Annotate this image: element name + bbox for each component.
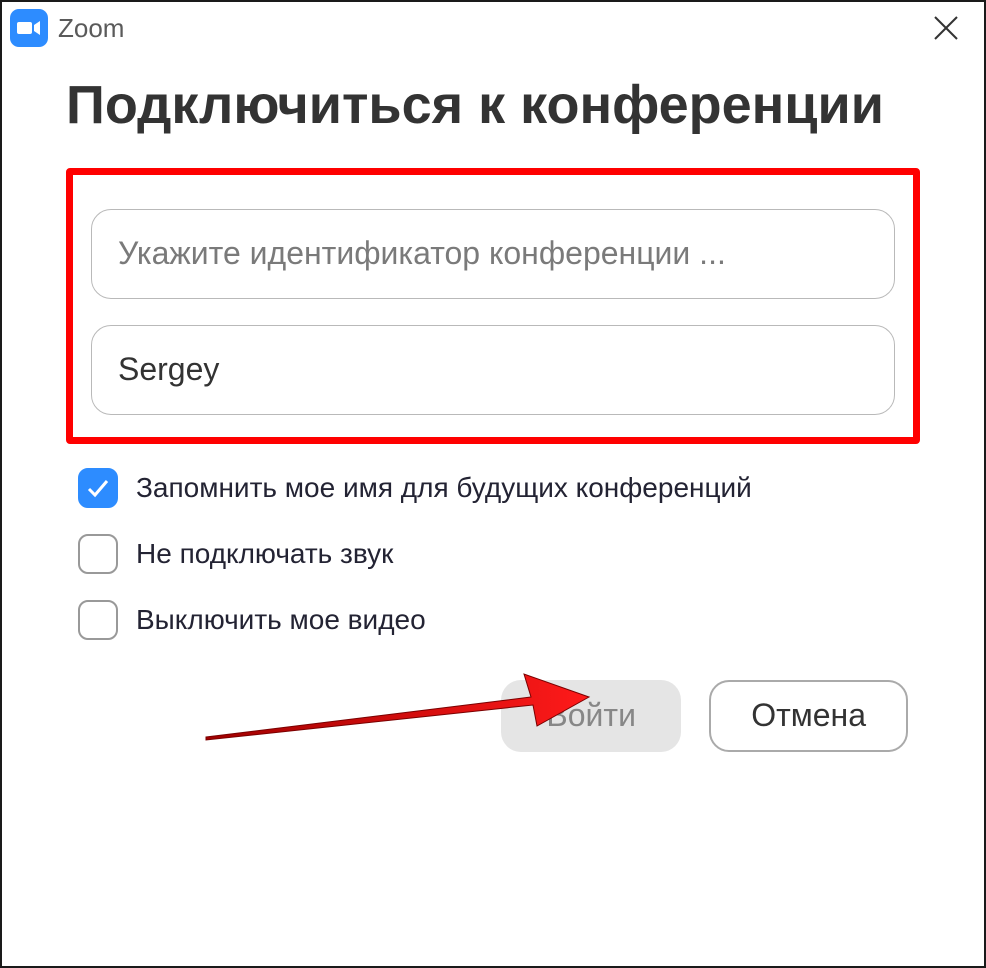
checkbox-no-audio[interactable] xyxy=(78,534,118,574)
checkbox-no-video-label: Выключить мое видео xyxy=(136,604,426,636)
window-title: Zoom xyxy=(58,13,124,44)
checkbox-remember-name[interactable] xyxy=(78,468,118,508)
checkbox-no-audio-row: Не подключать звук xyxy=(66,534,920,574)
join-button[interactable]: Войти xyxy=(501,680,681,752)
checkbox-remember-name-label: Запомнить мое имя для будущих конференци… xyxy=(136,472,752,504)
close-icon xyxy=(931,13,961,43)
checkmark-icon xyxy=(85,475,111,501)
dialog-heading: Подключиться к конференции xyxy=(66,72,920,140)
dialog-buttons: Войти Отмена xyxy=(66,680,920,752)
checkbox-no-video[interactable] xyxy=(78,600,118,640)
dialog-content: Подключиться к конференции Запомнить мое… xyxy=(2,54,984,752)
meeting-id-input[interactable] xyxy=(91,209,895,299)
checkbox-remember-name-row: Запомнить мое имя для будущих конференци… xyxy=(66,468,920,508)
cancel-button[interactable]: Отмена xyxy=(709,680,908,752)
zoom-join-dialog: Zoom Подключиться к конференции Запомнит… xyxy=(0,0,986,968)
close-button[interactable] xyxy=(926,8,966,48)
titlebar-left: Zoom xyxy=(10,9,124,47)
checkbox-no-video-row: Выключить мое видео xyxy=(66,600,920,640)
zoom-logo-icon xyxy=(10,9,48,47)
annotation-highlight-box xyxy=(66,168,920,444)
checkbox-no-audio-label: Не подключать звук xyxy=(136,538,393,570)
display-name-input[interactable] xyxy=(91,325,895,415)
titlebar: Zoom xyxy=(2,2,984,54)
